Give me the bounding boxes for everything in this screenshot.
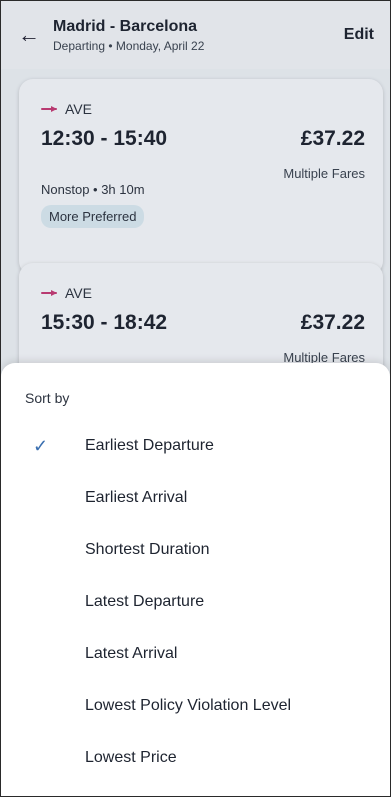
sort-option-label: Latest Arrival xyxy=(85,645,178,662)
sort-option-earliest-arrival[interactable]: Earliest Arrival xyxy=(1,473,390,523)
sort-option-earliest-departure[interactable]: ✓ Earliest Departure xyxy=(1,421,390,471)
sort-bottom-sheet: Sort by ✓ Earliest Departure Earliest Ar… xyxy=(1,363,390,796)
sort-option-label: Earliest Departure xyxy=(85,437,214,454)
sort-option-label: Lowest Policy Violation Level xyxy=(85,697,292,714)
sort-option-lowest-price[interactable]: Lowest Price xyxy=(1,733,390,783)
sort-title: Sort by xyxy=(25,390,70,406)
sort-option-label: Latest Departure xyxy=(85,593,205,610)
sort-option-label: Lowest Price xyxy=(85,749,177,766)
checkmark-icon: ✓ xyxy=(33,435,49,456)
sort-option-latest-arrival[interactable]: Latest Arrival xyxy=(1,629,390,679)
sort-option-label: Earliest Arrival xyxy=(85,489,188,506)
sort-option-label: Shortest Duration xyxy=(85,541,210,558)
sort-option-latest-departure[interactable]: Latest Departure xyxy=(1,577,390,627)
sort-option-policy-violation[interactable]: Lowest Policy Violation Level xyxy=(1,681,390,731)
sort-option-shortest-duration[interactable]: Shortest Duration xyxy=(1,525,390,575)
phone-frame: ← Madrid - Barcelona Departing • Monday,… xyxy=(0,0,391,797)
